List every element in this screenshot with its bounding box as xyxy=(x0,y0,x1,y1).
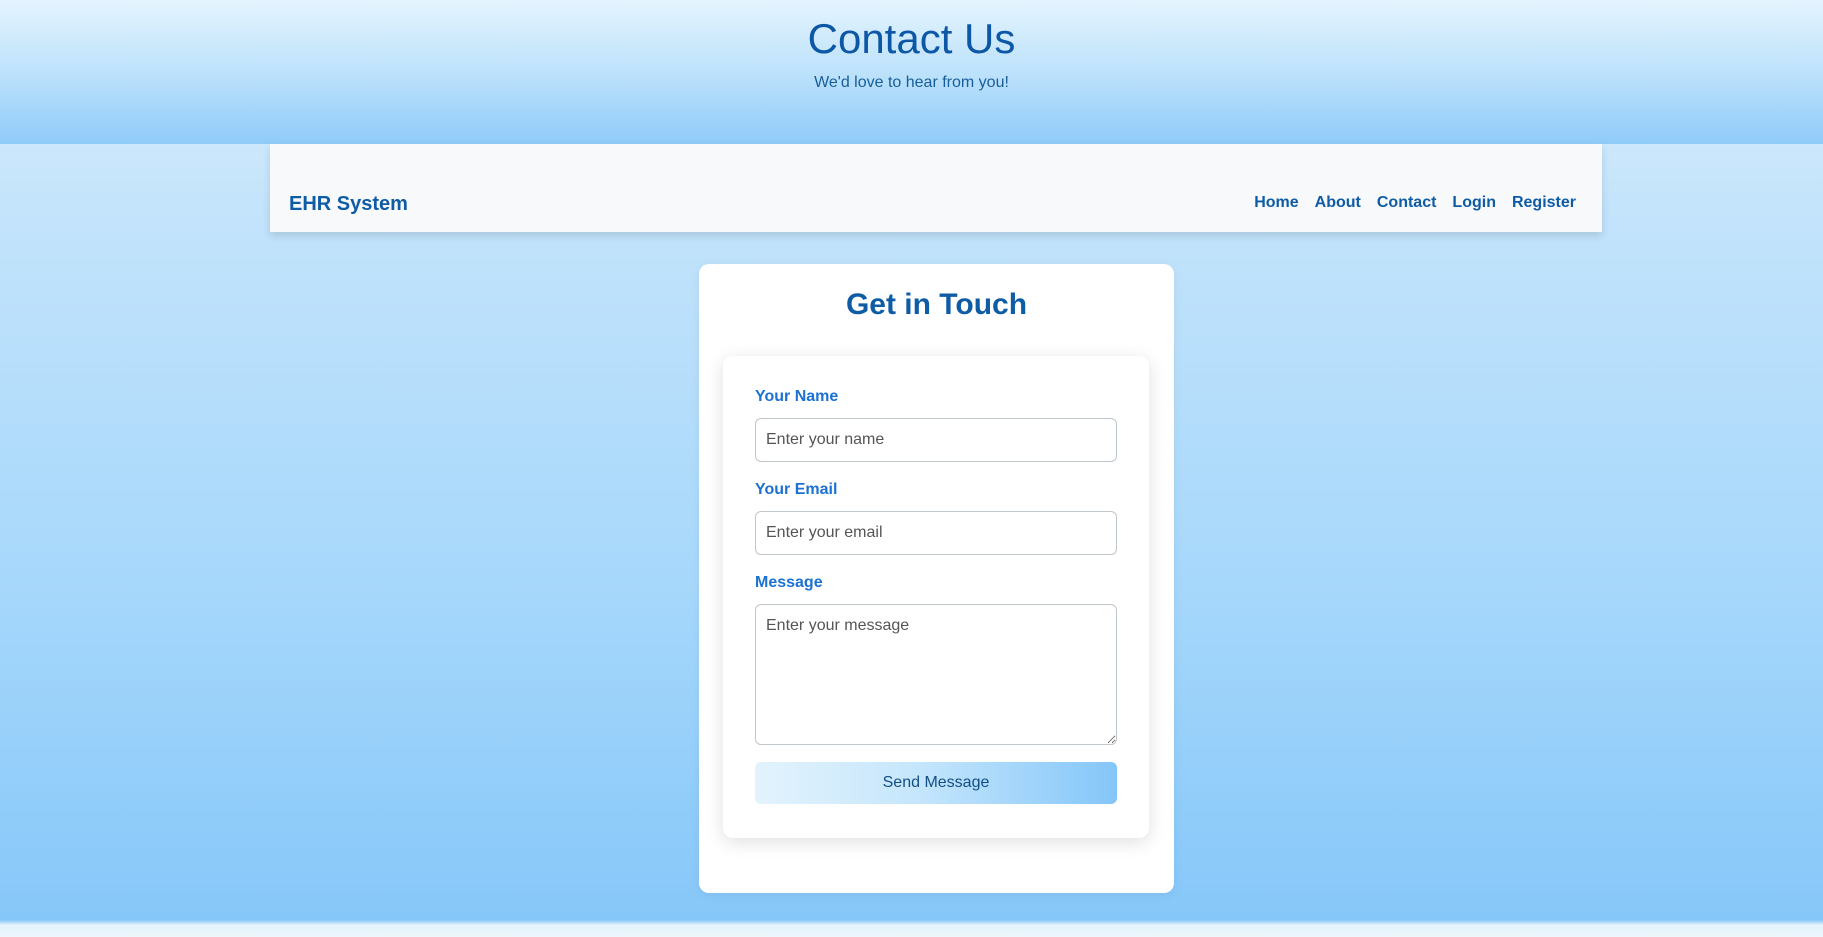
nav-link-register[interactable]: Register xyxy=(1512,194,1576,212)
contact-card: Get in Touch Your Name Your Email Messag… xyxy=(699,264,1174,893)
name-input[interactable] xyxy=(755,418,1117,462)
page-subtitle: We'd love to hear from you! xyxy=(814,74,1009,91)
nav-links: Home About Contact Login Register xyxy=(1254,194,1576,212)
nav-link-home[interactable]: Home xyxy=(1254,194,1298,212)
nav-link-about[interactable]: About xyxy=(1315,194,1361,212)
message-textarea[interactable] xyxy=(755,604,1117,745)
contact-form: Your Name Your Email Message Send Messag… xyxy=(723,356,1149,838)
email-label: Your Email xyxy=(755,481,838,498)
nav-link-contact[interactable]: Contact xyxy=(1377,194,1437,212)
nav-link-login[interactable]: Login xyxy=(1452,194,1496,212)
card-heading: Get in Touch xyxy=(845,288,1028,321)
page-title: Contact Us xyxy=(807,15,1016,62)
brand-logo-text[interactable]: EHR System xyxy=(289,193,408,216)
email-input[interactable] xyxy=(755,511,1117,555)
name-label: Your Name xyxy=(755,388,839,405)
page-header: Contact Us We'd love to hear from you! xyxy=(0,0,1823,144)
navbar: EHR System Home About Contact Login Regi… xyxy=(270,144,1602,232)
send-message-button[interactable]: Send Message xyxy=(755,762,1117,804)
message-label: Message xyxy=(755,574,823,591)
